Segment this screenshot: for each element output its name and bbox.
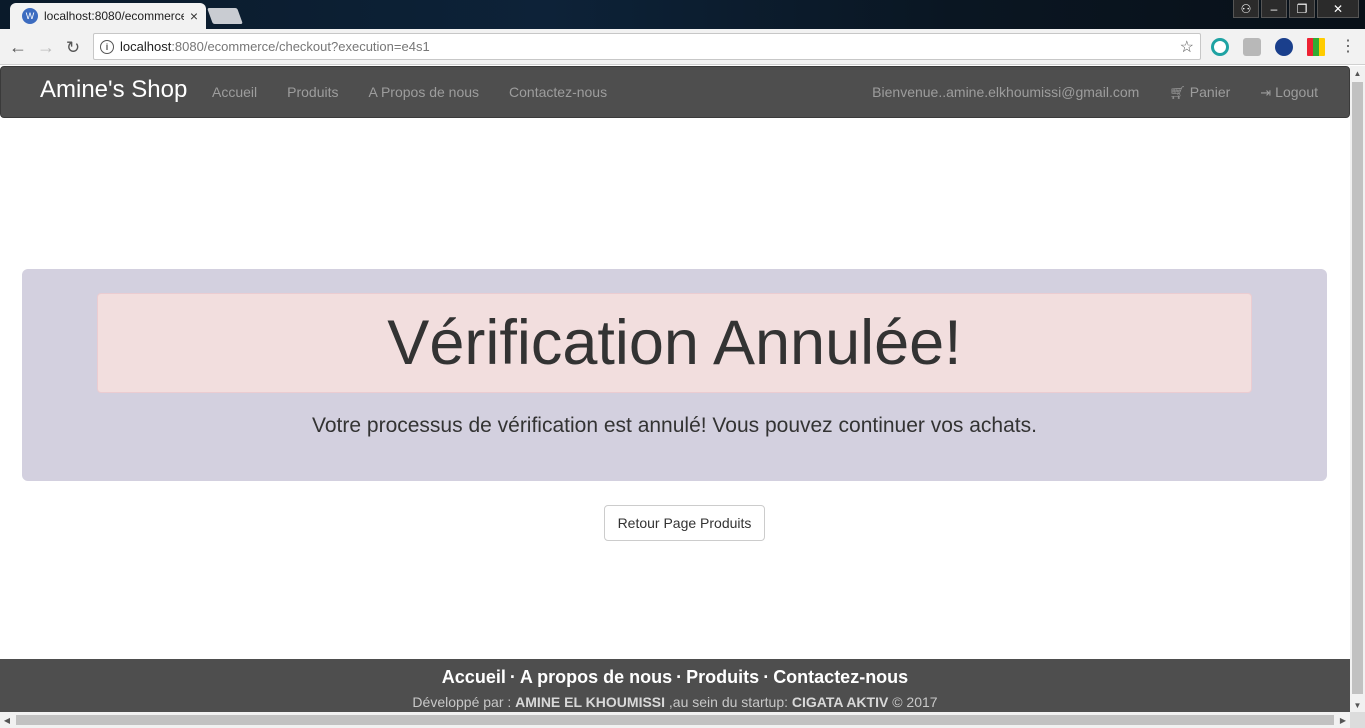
- cart-link[interactable]: 🛒︎ Panier: [1169, 84, 1230, 101]
- reload-icon[interactable]: ↻: [63, 37, 83, 57]
- maximize-button[interactable]: ❐: [1289, 0, 1315, 18]
- checkout-cancel-panel: Vérification Annulée! Votre processus de…: [22, 269, 1327, 481]
- footer-separator: ·: [763, 667, 770, 687]
- nav-link-apropos[interactable]: A Propos de nous: [369, 84, 480, 100]
- scrollbar-corner: [1350, 712, 1365, 728]
- nav-link-accueil[interactable]: Accueil: [212, 84, 257, 100]
- url-path: :8080/ecommerce/checkout?execution=e4s1: [171, 39, 430, 54]
- minimize-button[interactable]: –: [1261, 0, 1287, 18]
- site-navbar: Amine's Shop Accueil Produits A Propos d…: [0, 66, 1350, 118]
- site-info-icon[interactable]: i: [100, 39, 114, 54]
- url-host: localhost: [120, 39, 172, 54]
- window-controls: ⚇ – ❐ ✕: [1233, 0, 1359, 18]
- site-footer: Accueil · A propos de nous · Produits · Contac…: [0, 659, 1350, 712]
- close-window-button[interactable]: ✕: [1317, 0, 1359, 18]
- footer-separator: ·: [676, 667, 683, 687]
- credit-author: AMINE EL KHOUMISSI: [515, 694, 666, 710]
- forward-arrow-icon[interactable]: →: [36, 37, 56, 57]
- scroll-down-arrow-icon[interactable]: ▼: [1350, 698, 1365, 712]
- vertical-scroll-thumb[interactable]: [1352, 82, 1363, 694]
- alert-title: Vérification Annulée!: [387, 308, 962, 378]
- footer-separator: ·: [509, 667, 516, 687]
- back-arrow-icon[interactable]: ←: [8, 37, 28, 57]
- nav-main-links: Accueil Produits A Propos de nous Contac…: [212, 84, 607, 100]
- footer-link-apropos[interactable]: A propos de nous: [520, 667, 672, 687]
- grammarly-extension-icon[interactable]: [1211, 38, 1229, 56]
- browser-toolbar: ← → ↻ i localhost:8080/ecommerce/checkou…: [0, 29, 1365, 65]
- menu-kebab-icon[interactable]: ⋮: [1338, 37, 1358, 57]
- cart-label: Panier: [1189, 84, 1231, 100]
- logout-label: Logout: [1275, 84, 1318, 100]
- tab-close-icon[interactable]: ×: [190, 9, 198, 23]
- logout-icon: ⇥: [1260, 85, 1272, 100]
- credit-startup: CIGATA AKTIV: [791, 694, 889, 710]
- scroll-right-arrow-icon[interactable]: ▶: [1336, 712, 1350, 728]
- nav-user-links: Bienvenue..amine.elkhoumissi@gmail.com 🛒…: [872, 84, 1318, 101]
- nav-link-contact[interactable]: Contactez-nous: [509, 84, 607, 100]
- horizontal-scrollbar[interactable]: ◀ ▶: [0, 712, 1350, 728]
- browser-tabstrip: W localhost:8080/ecommerce/checkout × ⚇ …: [0, 0, 1365, 29]
- credit-middle: ,au sein du startup:: [665, 694, 792, 710]
- footer-link-accueil[interactable]: Accueil: [442, 667, 506, 687]
- nav-link-produits[interactable]: Produits: [287, 84, 338, 100]
- bookmark-star-icon[interactable]: ☆: [1180, 37, 1194, 57]
- welcome-user-link[interactable]: Bienvenue..amine.elkhoumissi@gmail.com: [872, 84, 1139, 101]
- footer-links: Accueil · A propos de nous · Produits · Contac…: [0, 667, 1350, 688]
- footer-credit: Développé par : AMINE EL KHOUMISSI ,au s…: [0, 694, 1350, 710]
- site-favicon-icon: W: [22, 8, 38, 24]
- scroll-up-arrow-icon[interactable]: ▲: [1350, 66, 1365, 80]
- cancel-message: Votre processus de vérification est annu…: [312, 414, 1037, 437]
- footer-link-produits[interactable]: Produits: [686, 667, 759, 687]
- profile-icon[interactable]: ⚇: [1233, 0, 1259, 18]
- brand-logo[interactable]: Amine's Shop: [40, 76, 187, 104]
- logout-link[interactable]: ⇥ Logout: [1260, 84, 1318, 101]
- tab-title: localhost:8080/ecommerce/checkout: [44, 9, 184, 23]
- colorpicker-extension-icon[interactable]: [1307, 38, 1325, 56]
- shopping-cart-icon: 🛒︎: [1169, 85, 1186, 100]
- address-bar[interactable]: i localhost:8080/ecommerce/checkout?exec…: [93, 33, 1201, 60]
- horizontal-scroll-thumb[interactable]: [16, 715, 1334, 725]
- browser-tab[interactable]: W localhost:8080/ecommerce/checkout ×: [10, 3, 206, 29]
- credit-prefix: Développé par :: [412, 694, 516, 710]
- new-tab-button[interactable]: [207, 8, 243, 24]
- extension-icon[interactable]: [1243, 38, 1261, 56]
- scroll-left-arrow-icon[interactable]: ◀: [0, 712, 14, 728]
- return-products-button[interactable]: Retour Page Produits: [604, 505, 765, 541]
- credit-suffix: © 2017: [888, 694, 938, 710]
- vertical-scrollbar[interactable]: ▲ ▼: [1350, 66, 1365, 712]
- extension-globe-icon[interactable]: [1275, 38, 1293, 56]
- footer-link-contact[interactable]: Contactez-nous: [773, 667, 908, 687]
- cancel-alert: Vérification Annulée!: [97, 293, 1252, 393]
